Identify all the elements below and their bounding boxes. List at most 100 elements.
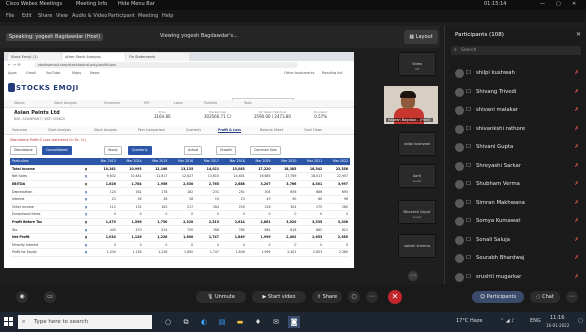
url-field[interactable]: stocksemoji.com/stock/astral-poly/profit… xyxy=(34,62,298,68)
actual-toggle[interactable]: Actual xyxy=(184,146,203,155)
mic-muted-icon[interactable]: ✗ xyxy=(574,181,579,187)
participant-tile[interactable]: sakshi sharma xyxy=(398,234,436,258)
tab-profit-loss[interactable]: Profit & Loss xyxy=(218,128,241,133)
clock-date[interactable]: 16-01-2022 xyxy=(546,323,569,328)
tab-balance-sheet[interactable]: Balance Sheet xyxy=(260,128,283,132)
participant-tile[interactable]: Bhavesh Goyal Guest xyxy=(398,200,436,224)
participant-tile[interactable]: Video Off xyxy=(398,52,436,76)
menu-audio-video[interactable]: Audio & Video xyxy=(72,13,107,19)
table-row[interactable]: Depreciation ▮ 124 162 178 182 231 251 304 656 686… xyxy=(10,187,350,196)
windows-start-icon[interactable] xyxy=(4,317,13,326)
subnav-item[interactable]: Tools xyxy=(244,101,252,105)
browser-tab[interactable]: Fin Statements xyxy=(126,53,189,61)
participant-row[interactable]: ☐ shivani malakar ✗ xyxy=(445,103,586,121)
quarterly-button[interactable]: Quarterly xyxy=(128,146,152,155)
meeting-info-link[interactable]: Meeting Info xyxy=(76,1,107,7)
panel-close-icon[interactable]: ✕ xyxy=(576,31,581,38)
tab-overview[interactable]: Overview xyxy=(12,128,27,132)
table-row[interactable]: EBITDA ▮ 1,626 1,784 1,956 2,530 2,765 2,888 3,2… xyxy=(10,180,350,189)
participant-tile[interactable]: shilpi kashwah xyxy=(398,132,436,156)
bookmark[interactable]: Other bookmarks xyxy=(284,71,314,75)
mic-muted-icon[interactable]: ✗ xyxy=(574,218,579,224)
row-chart-icon[interactable]: ▮ xyxy=(80,172,92,181)
table-row[interactable]: Total Income ▮ 10,161 10,995 12,166 13,135 14,… xyxy=(10,165,350,174)
minimize-icon[interactable]: — xyxy=(540,1,545,7)
unmute-button[interactable]: 🎙 Unmute xyxy=(196,291,246,303)
table-row[interactable]: Net Sales ▮ 9,632 10,481 11,617 12,627 13,615 1… xyxy=(10,172,350,181)
browser-tab[interactable]: Ather Stock Analysis xyxy=(62,53,125,61)
mic-muted-icon[interactable]: ✗ xyxy=(574,70,579,76)
participant-row[interactable]: ☐ Sonali Saluja ✗ xyxy=(445,233,586,251)
mic-muted-icon[interactable]: ✗ xyxy=(574,144,579,150)
participant-tile[interactable]: Aarti Guest xyxy=(398,164,436,188)
language-indicator[interactable]: ENG xyxy=(530,318,541,324)
file-explorer-icon[interactable]: ▬ xyxy=(234,316,246,328)
more-options-icon[interactable]: ⋯ xyxy=(366,291,378,303)
participant-row[interactable]: ☐ Shreyashi Sarkar ✗ xyxy=(445,159,586,177)
notification-icon[interactable]: ▢ xyxy=(578,318,583,324)
table-row[interactable]: Profit Before Tax ▮ 1,479 1,596 1,750 2,320 2,… xyxy=(10,218,350,227)
mail-icon[interactable]: ✉ xyxy=(270,316,282,328)
menu-file[interactable]: File xyxy=(6,13,14,19)
site-logo[interactable]: STOCKS EMOJI xyxy=(16,84,79,92)
mic-muted-icon[interactable]: ✗ xyxy=(574,126,579,132)
row-chart-icon[interactable]: ▮ xyxy=(80,180,92,189)
subnav-item[interactable]: Learn xyxy=(174,101,183,105)
subnav-item[interactable]: Portfolio xyxy=(204,101,217,105)
row-chart-icon[interactable]: ▮ xyxy=(80,165,92,174)
consolidated-button[interactable]: Consolidated xyxy=(42,146,72,155)
row-chart-icon[interactable]: ▮ xyxy=(80,210,92,219)
subnav-item[interactable]: IPO xyxy=(144,101,149,105)
participant-row[interactable]: ☐ Simran Makhwana ✗ xyxy=(445,196,586,214)
edge-icon[interactable]: ◐ xyxy=(198,316,210,328)
table-row[interactable]: Interest ▮ 23 26 28 28 19 23 43 90 80 96 xyxy=(10,195,350,204)
table-row[interactable]: Minority Interest ▮ 0 0 0 0 0 0 0 0 0 0 xyxy=(10,241,350,250)
webex-taskbar-icon[interactable]: ◙ xyxy=(288,316,300,328)
participant-row[interactable]: ☐ shivankshi rathore ✗ xyxy=(445,122,586,140)
layout-button[interactable]: ▦ Layout xyxy=(404,30,438,44)
tab-quarterly[interactable]: Quarterly xyxy=(186,128,201,132)
app-icon[interactable]: ♦ xyxy=(252,316,264,328)
row-chart-icon[interactable]: ▮ xyxy=(80,233,92,242)
menu-participant[interactable]: Participant xyxy=(108,13,135,19)
growth-toggle[interactable]: Growth xyxy=(216,146,236,155)
yearly-button[interactable]: Yearly xyxy=(104,146,122,155)
taskbar-search-input[interactable]: ⌕ Type here to search xyxy=(18,315,152,329)
subnav-item[interactable]: Stock Analysis xyxy=(54,101,77,105)
mic-muted-icon[interactable]: ✗ xyxy=(574,163,579,169)
task-view-icon[interactable]: ⧉ xyxy=(180,316,192,328)
participant-row[interactable]: ☐ Shivang Trivedi ✗ xyxy=(445,85,586,103)
bookmark[interactable]: Apps xyxy=(8,71,17,75)
mic-muted-icon[interactable]: ✗ xyxy=(574,107,579,113)
menu-share[interactable]: Share xyxy=(38,13,52,19)
bookmark[interactable]: Reading list xyxy=(322,71,342,75)
chat-button[interactable]: ◌ Chat xyxy=(530,291,560,303)
subnav-item[interactable]: Stocks xyxy=(14,101,24,105)
start-video-button[interactable]: ▶ Start video xyxy=(252,291,306,303)
participant-row[interactable]: ☐ Sourabh Bhardwaj ✗ xyxy=(445,251,586,269)
row-chart-icon[interactable]: ▮ xyxy=(80,248,92,257)
menu-help[interactable]: Help xyxy=(162,13,173,19)
row-chart-icon[interactable]: ▮ xyxy=(80,225,92,234)
participants-button[interactable]: ☺ Participants xyxy=(472,291,524,303)
share-button[interactable]: ⇪ Share xyxy=(312,291,342,303)
tab-stock-analysis[interactable]: Stock Analysis xyxy=(94,128,117,132)
standalone-button[interactable]: Standalone xyxy=(10,146,37,155)
participant-row[interactable]: ☐ shilpi kushwah ✗ xyxy=(445,66,586,84)
mic-muted-icon[interactable]: ✗ xyxy=(574,274,579,280)
tab-cash-flows[interactable]: Cash Flows xyxy=(304,128,322,132)
participant-row[interactable]: ☐ Shubham Verma ✗ xyxy=(445,177,586,195)
hide-menu-bar-link[interactable]: Hide Menu Bar xyxy=(118,1,155,7)
leave-meeting-button[interactable]: ✕ xyxy=(388,290,402,304)
bookmark[interactable]: Gmail xyxy=(26,71,36,75)
captions-icon[interactable]: ▭ xyxy=(44,291,56,303)
host-video-tile[interactable]: yogesh Bagdaw... (Host) xyxy=(384,86,438,124)
table-row[interactable]: Exceptional Items ▮ 0 0 0 0 0 0 0 0 0 0 xyxy=(10,210,350,219)
mic-muted-icon[interactable]: ✗ xyxy=(574,255,579,261)
table-row[interactable]: Profit for Equity ▮ 1,034 1,126 1,226 1,600 1,… xyxy=(10,248,350,257)
row-chart-icon[interactable]: ▮ xyxy=(80,203,92,212)
menu-meeting[interactable]: Meeting xyxy=(138,13,158,19)
close-icon[interactable]: ✕ xyxy=(572,1,576,7)
row-chart-icon[interactable]: ▮ xyxy=(80,187,92,196)
participant-search-input[interactable]: ⌕ Search xyxy=(451,46,581,55)
